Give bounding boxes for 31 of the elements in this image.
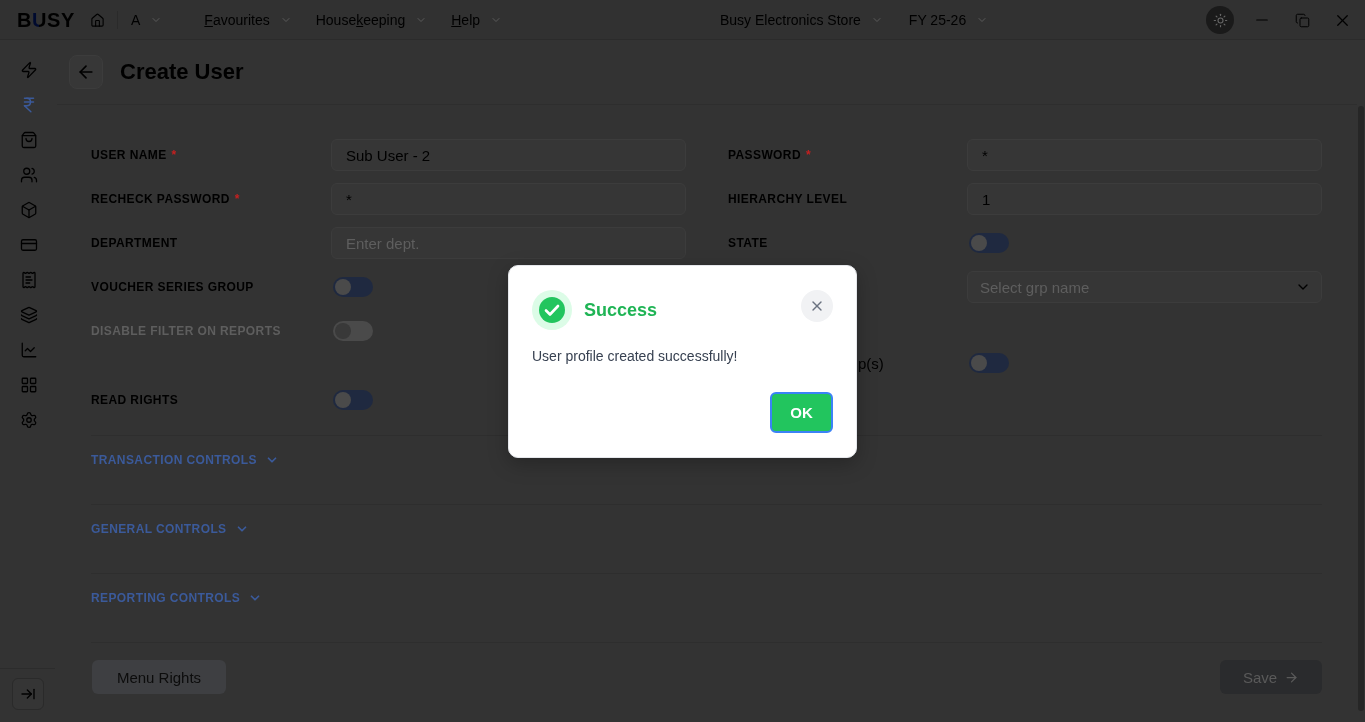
line-chart-icon[interactable] <box>19 340 38 359</box>
success-check-icon <box>532 289 572 330</box>
section-toggle[interactable]: GENERAL CONTROLS <box>91 522 249 536</box>
layers-icon[interactable] <box>19 305 38 324</box>
section-toggle[interactable]: REPORTING CONTROLS <box>91 591 263 605</box>
back-button[interactable] <box>69 55 103 89</box>
toggle-switch[interactable] <box>333 277 373 297</box>
box-icon[interactable] <box>19 200 38 219</box>
sun-icon <box>1212 12 1228 28</box>
home-icon[interactable] <box>90 12 105 28</box>
collapse-sidebar-button[interactable] <box>12 678 44 710</box>
theme-toggle-button[interactable] <box>1206 6 1234 34</box>
section-toggle[interactable]: TRANSACTION CONTROLS <box>91 453 279 467</box>
close-button[interactable] <box>801 289 833 322</box>
grid-icon[interactable] <box>19 375 38 394</box>
dialog-title: Success <box>584 300 658 319</box>
ok-button[interactable]: OK <box>770 391 833 433</box>
receipt-icon[interactable] <box>19 270 38 289</box>
dialog-message: User profile created successfully! <box>532 346 739 365</box>
lightning-icon[interactable] <box>19 60 38 79</box>
settings-icon[interactable] <box>19 410 38 429</box>
input-field[interactable]: * <box>967 139 1322 171</box>
toggle-switch[interactable] <box>969 233 1009 253</box>
toggle-switch[interactable] <box>969 353 1009 373</box>
shopping-bag-icon[interactable] <box>19 130 38 149</box>
users-icon[interactable] <box>19 165 38 184</box>
toggle-switch[interactable] <box>333 390 373 410</box>
arrow-right-icon <box>1284 669 1300 685</box>
input-field[interactable]: * <box>331 183 686 215</box>
restore-icon[interactable] <box>1294 12 1310 28</box>
arrow-to-line-icon <box>20 686 36 702</box>
